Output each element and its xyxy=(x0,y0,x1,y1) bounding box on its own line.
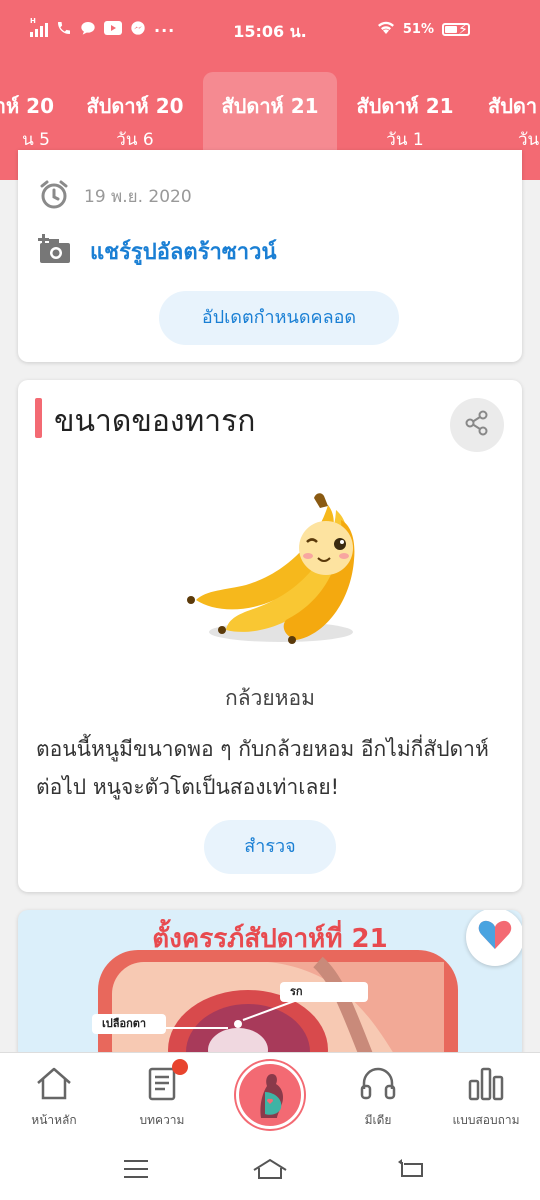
baby-size-card: ขนาดของทารก กล้วยหอม ตอนนี้หนูมีขนาดพอ ๆ… xyxy=(18,380,522,892)
week-tab[interactable]: าห์ 20 น 5 xyxy=(0,72,68,161)
add-photo-icon xyxy=(36,232,72,270)
nav-survey-label: แบบสอบถาม xyxy=(452,1113,520,1127)
anatomy-illustration xyxy=(98,950,458,1060)
system-nav-bar xyxy=(0,1136,540,1200)
week-tab-week: สัปดาห์ 21 xyxy=(221,94,319,118)
share-button[interactable] xyxy=(450,398,504,452)
week-tab-day: น 5 xyxy=(22,130,50,150)
share-ultrasound-label: แชร์รูปอัลตร้าซาวน์ xyxy=(90,239,277,265)
label-eyelid: เปลือกตา xyxy=(92,1014,166,1034)
share-icon xyxy=(463,409,491,441)
favorite-button[interactable] xyxy=(466,910,522,966)
nav-survey[interactable]: แบบสอบถาม xyxy=(432,1053,540,1137)
date-row: 19 พ.ย. 2020 xyxy=(38,178,192,215)
nav-media-label: มีเดีย xyxy=(364,1113,392,1127)
nav-home[interactable]: หน้าหลัก xyxy=(0,1053,108,1137)
nav-articles[interactable]: บทความ xyxy=(108,1053,216,1137)
week-tab-week: สัปดา xyxy=(488,94,538,118)
week-tab-day: วัน 6 xyxy=(116,130,154,150)
share-ultrasound-link[interactable]: แชร์รูปอัลตร้าซาวน์ xyxy=(36,232,277,270)
week-tab-active[interactable]: สัปดาห์ 21 xyxy=(203,72,337,161)
nav-articles-label: บทความ xyxy=(139,1113,185,1127)
label-placenta: รก xyxy=(280,982,368,1002)
notification-badge xyxy=(172,1059,188,1075)
title-accent-bar xyxy=(35,398,42,438)
week-tab-day: วัน xyxy=(518,130,540,150)
week-tab-week: สัปดาห์ 20 xyxy=(86,94,184,118)
baby-size-description: ตอนนี้หนูมีขนาดพอ ๆ กับกล้วยหอม อีกไม่กี… xyxy=(36,737,489,799)
explore-button[interactable]: สำรวจ xyxy=(204,820,336,874)
update-due-date-button[interactable]: อัปเดตกำหนดคลอด xyxy=(159,291,399,345)
fruit-name: กล้วยหอม xyxy=(225,686,315,710)
battery-percent: 51% xyxy=(402,21,434,37)
week-tab[interactable]: สัปดาห์ 20 วัน 6 xyxy=(68,72,202,161)
nav-home-label: หน้าหลัก xyxy=(31,1113,77,1127)
card-title: ขนาดของทารก xyxy=(54,404,256,439)
week-tab-week: าห์ 20 xyxy=(0,94,54,118)
bottom-nav: หน้าหลัก บทความ มีเดีย แบบสอบถาม xyxy=(0,1052,540,1136)
week-tab[interactable]: สัปดาห์ 21 วัน 1 xyxy=(338,72,472,161)
heart-icon xyxy=(478,920,512,954)
card-date: 19 พ.ย. 2020 xyxy=(84,187,192,207)
week-tab-day: วัน 1 xyxy=(386,130,424,150)
status-icons-right: 51% xyxy=(377,20,470,38)
wifi-icon xyxy=(377,20,395,38)
status-bar: H ··· 15:06 น. 51% ⚡ xyxy=(0,0,540,62)
charging-icon: ⚡ xyxy=(458,22,468,38)
nav-pregnancy-button[interactable] xyxy=(236,1061,304,1129)
due-date-card: 19 พ.ย. 2020 แชร์รูปอัลตร้าซาวน์ อัปเดตก… xyxy=(18,150,522,362)
alarm-clock-icon xyxy=(38,178,70,215)
week-tab-week: สัปดาห์ 21 xyxy=(356,94,454,118)
article-card[interactable]: ตั้งครรภ์สัปดาห์ที่ 21 รก เปลือกตา xyxy=(18,910,522,1060)
week-tab[interactable]: สัปดา วัน xyxy=(478,72,540,161)
banana-illustration xyxy=(186,490,356,654)
nav-media[interactable]: มีเดีย xyxy=(324,1053,432,1137)
